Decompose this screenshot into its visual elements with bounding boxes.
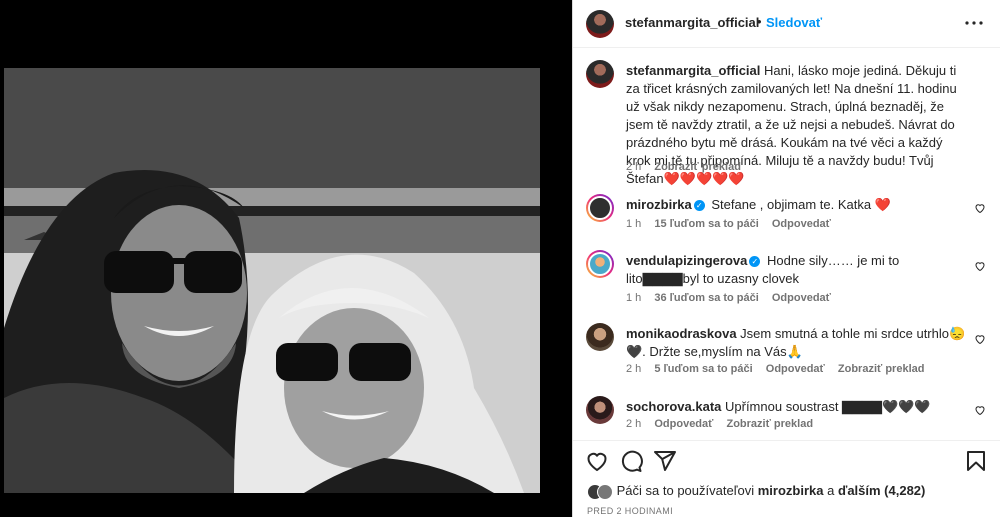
heart-icon[interactable] [974,260,986,272]
comment-text: monikaodraskova Jsem smutná a tohle mi s… [626,325,966,361]
comment-meta: 2 h 5 ľuďom sa to páči Odpovedať Zobrazi… [626,363,934,375]
photo-illustration [4,68,540,493]
comment-icon[interactable] [619,449,643,473]
heart-icon[interactable] [974,404,986,416]
heart-icon[interactable] [585,449,609,473]
likes-middle: a [827,483,835,498]
comment-body: Stefane , objimam te. Katka ❤️ [711,197,891,212]
comment-time[interactable]: 2 h [626,418,641,430]
comment-item: vendulapizingerova ✓ Hodne sily…… je mi t… [573,250,1000,306]
comment-username[interactable]: mirozbirka [626,197,692,212]
comment-likes[interactable]: 5 ľuďom sa to páči [654,363,752,375]
comment-meta: 1 h 15 ľuďom sa to páči Odpovedať [626,218,841,230]
heart-icon[interactable] [974,333,986,345]
comment-item: monikaodraskova Jsem smutná a tohle mi s… [573,323,1000,379]
likes-user[interactable]: mirozbirka [758,483,824,498]
comment-reply-button[interactable]: Odpovedať [772,292,831,304]
action-bar [573,440,1000,480]
post-photo[interactable] [4,68,540,493]
comment-translate-link[interactable]: Zobraziť preklad [726,418,813,430]
comment-likes[interactable]: 36 ľuďom sa to páči [654,292,758,304]
comment-avatar[interactable] [586,250,614,278]
comment-meta: 1 h 36 ľuďom sa to páči Odpovedať [626,292,841,304]
verified-icon: ✓ [749,256,761,267]
post-header: stefanmargita_official • Sledovať [573,0,1000,48]
post-timestamp[interactable]: PRED 2 HODINAMI [587,506,673,516]
comment-avatar[interactable] [586,396,614,424]
comment-item: mirozbirka ✓ Stefane , objimam te. Katka … [573,194,1000,234]
bookmark-icon[interactable] [964,449,988,473]
comment-translate-link[interactable]: Zobraziť preklad [838,363,925,375]
comment-time[interactable]: 2 h [626,363,641,375]
comment-meta: 2 h Odpovedať Zobraziť preklad [626,418,823,430]
comment-reply-button[interactable]: Odpovedať [772,218,831,230]
likes-prefix: Páči sa to používateľovi [616,483,755,498]
comment-avatar[interactable] [586,323,614,351]
comment-username[interactable]: vendulapizingerova [626,253,747,268]
post-side-panel: stefanmargita_official • Sledovať stefan… [572,0,1000,517]
follow-button[interactable]: Sledovať [766,15,822,30]
caption-author-avatar[interactable] [586,60,614,88]
heart-icon[interactable] [974,202,986,214]
comment-item: sochorova.kata Upřímnou soustrast ▇▇▇▇🖤🖤… [573,396,1000,436]
comment-text: vendulapizingerova ✓ Hodne sily…… je mi t… [626,252,966,288]
caption-meta: 2 h Zobraziť preklad [626,161,751,173]
separator-dot: • [757,14,762,29]
author-avatar[interactable] [586,10,614,38]
comments-scroll[interactable]: stefanmargita_official Hani, lásko moje … [573,48,1000,440]
post-media [0,0,572,517]
comment-text: mirozbirka ✓ Stefane , objimam te. Katka … [626,196,966,214]
comment-time[interactable]: 1 h [626,218,641,230]
caption-entry: stefanmargita_official Hani, lásko moje … [573,60,1000,186]
caption-translate-link[interactable]: Zobraziť preklad [654,161,741,173]
comment-username[interactable]: monikaodraskova [626,326,737,341]
share-icon[interactable] [653,449,677,473]
verified-icon: ✓ [693,200,705,211]
likes-summary: Páči sa to používateľovi mirozbirka a ďa… [587,483,925,501]
liker-avatar [597,483,613,500]
comment-body: Upřímnou soustrast ▇▇▇▇🖤🖤🖤 [725,399,931,414]
more-icon[interactable] [964,14,984,32]
comment-reply-button[interactable]: Odpovedať [766,363,825,375]
likes-others[interactable]: ďalším (4,282) [838,483,925,498]
caption-time[interactable]: 2 h [626,161,641,173]
caption-hearts: ❤️❤️❤️❤️❤️ [663,171,745,186]
comment-username[interactable]: sochorova.kata [626,399,721,414]
caption-author-username[interactable]: stefanmargita_official [626,63,760,78]
author-username[interactable]: stefanmargita_official [625,15,759,30]
comment-reply-button[interactable]: Odpovedať [654,418,713,430]
comment-avatar[interactable] [586,194,614,222]
comment-text: sochorova.kata Upřímnou soustrast ▇▇▇▇🖤🖤… [626,398,966,416]
comment-likes[interactable]: 15 ľuďom sa to páči [654,218,758,230]
comment-time[interactable]: 1 h [626,292,641,304]
